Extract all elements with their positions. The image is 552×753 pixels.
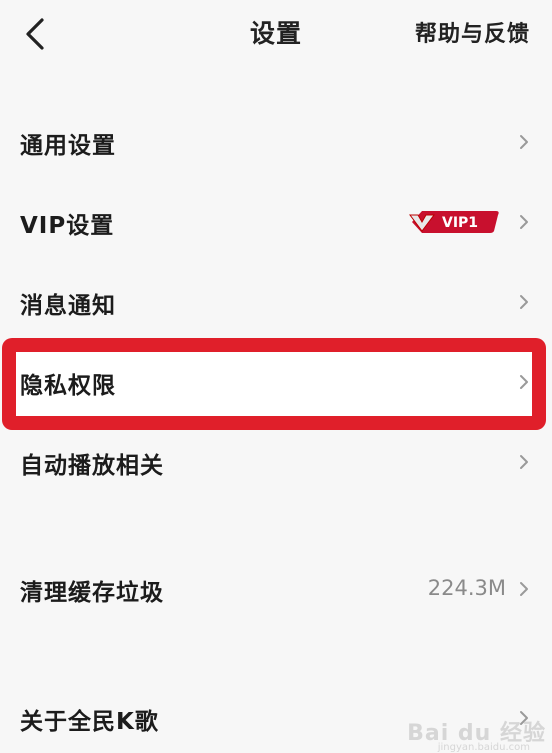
settings-item-label: 隐私权限 [20, 373, 116, 399]
settings-item-label: 自动播放相关 [20, 453, 164, 479]
settings-item-clear-cache[interactable]: 清理缓存垃圾 224.3M [0, 555, 552, 625]
chevron-right-icon [518, 580, 530, 598]
chevron-right-icon [518, 133, 530, 151]
chevron-right-icon [518, 293, 530, 311]
watermark-url: jingyan.baidu.com [437, 742, 530, 753]
settings-item-general[interactable]: 通用设置 [0, 108, 552, 178]
vip-level-badge: VIP1 [408, 209, 500, 235]
chevron-right-icon [518, 213, 530, 231]
chevron-right-icon [518, 453, 530, 471]
settings-item-vip[interactable]: VIP设置 VIP1 [0, 188, 552, 258]
settings-item-privacy[interactable]: 隐私权限 [0, 348, 552, 418]
settings-item-label: 关于全民K歌 [20, 709, 159, 735]
settings-item-label: 清理缓存垃圾 [20, 580, 164, 606]
nav-bar: 设置 帮助与反馈 [0, 0, 552, 80]
settings-item-label: 消息通知 [20, 293, 116, 319]
cache-size-value: 224.3M [427, 576, 506, 600]
settings-screen: 设置 帮助与反馈 通用设置 VIP设置 VIP1 消息通知 隐私权限 自动播放相… [0, 0, 552, 753]
vip-badge-text: VIP1 [442, 215, 478, 231]
settings-item-autoplay[interactable]: 自动播放相关 [0, 428, 552, 498]
settings-item-label: VIP设置 [20, 213, 115, 239]
settings-item-label: 通用设置 [20, 133, 116, 159]
help-feedback-link[interactable]: 帮助与反馈 [415, 16, 530, 48]
settings-item-notifications[interactable]: 消息通知 [0, 268, 552, 338]
chevron-right-icon [518, 373, 530, 391]
